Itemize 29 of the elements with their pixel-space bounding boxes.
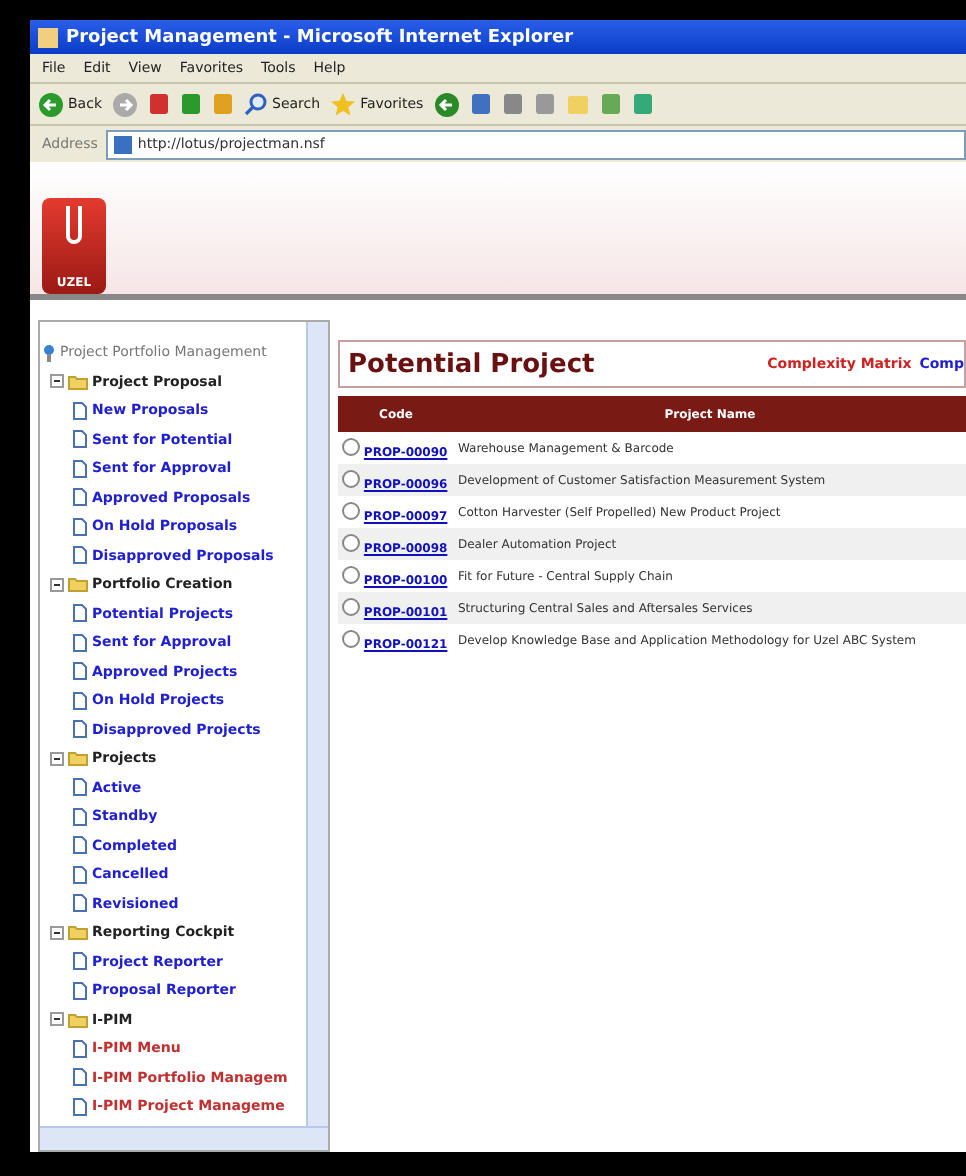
radio-button[interactable] xyxy=(342,533,360,551)
vertical-scrollbar[interactable] xyxy=(306,322,328,1126)
page-title: Potential Project xyxy=(348,349,595,379)
folder-icon xyxy=(68,576,88,593)
window-title-text: Project Management - Microsoft Internet Explorer xyxy=(66,27,574,47)
tree-root-icon xyxy=(42,343,56,362)
radio-button[interactable] xyxy=(342,469,360,487)
collapse-icon[interactable] xyxy=(50,925,64,940)
collapse-icon[interactable] xyxy=(50,751,64,766)
folder-icon xyxy=(565,92,590,116)
radio-button[interactable] xyxy=(342,501,360,519)
folder-icon xyxy=(68,924,88,941)
horizontal-scrollbar[interactable] xyxy=(40,1126,328,1150)
history-icon xyxy=(433,91,460,117)
logo-mark-icon xyxy=(60,204,88,248)
toolbar-button[interactable] xyxy=(433,91,460,117)
star-icon xyxy=(330,91,357,117)
radio-button[interactable] xyxy=(342,437,360,455)
search-icon xyxy=(244,92,268,116)
folder-icon xyxy=(68,373,88,390)
collapse-icon[interactable] xyxy=(50,374,64,389)
folder-icon xyxy=(68,750,88,767)
folder-icon xyxy=(68,1011,88,1028)
radio-button[interactable] xyxy=(342,565,360,583)
collapse-icon[interactable] xyxy=(50,1012,64,1027)
browser-icon xyxy=(38,27,58,47)
radio-button[interactable] xyxy=(342,597,360,615)
radio-button[interactable] xyxy=(342,629,360,647)
collapse-icon[interactable] xyxy=(50,577,64,592)
